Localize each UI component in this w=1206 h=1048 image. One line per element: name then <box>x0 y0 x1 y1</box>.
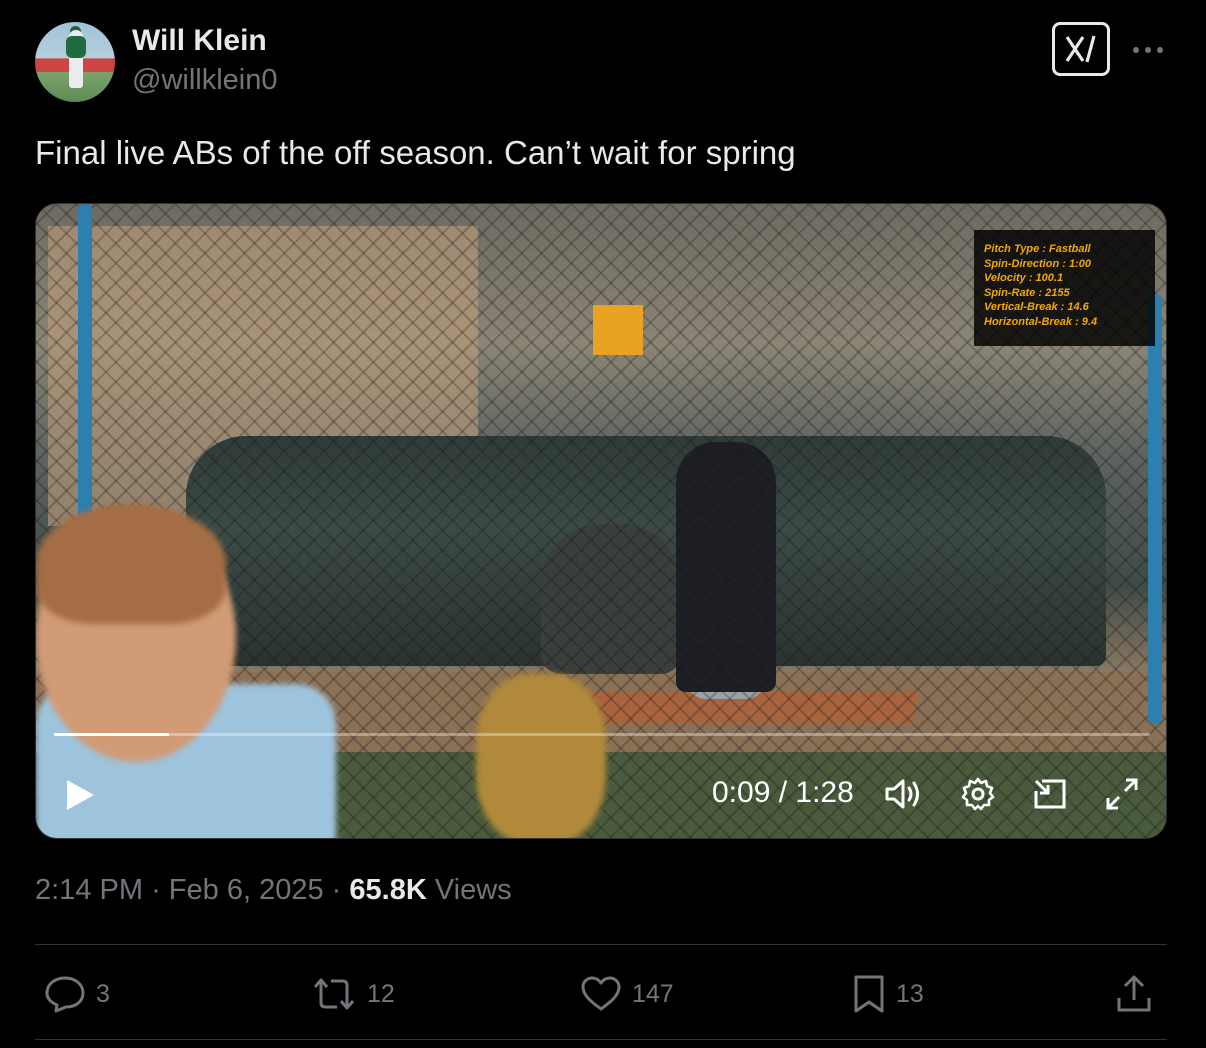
bookmark-button[interactable]: 13 <box>852 970 924 1018</box>
video-player[interactable]: Pitch Type : Fastball Spin-Direction : 1… <box>35 203 1167 839</box>
spin-rate: Spin-Rate : 2155 <box>984 286 1070 299</box>
pitch-data-overlay: Pitch Type : Fastball Spin-Direction : 1… <box>974 230 1155 346</box>
video-progress-fill <box>54 733 170 736</box>
play-button[interactable] <box>58 773 102 817</box>
views-count: 65.8K <box>349 874 427 906</box>
pitch-type: Pitch Type : Fastball <box>984 243 1091 255</box>
repost-icon <box>313 978 355 1010</box>
divider <box>35 944 1167 945</box>
more-icon <box>1133 47 1163 53</box>
tweet-meta: 2:14 PM · Feb 6, 2025 · 65.8K Views <box>35 874 512 907</box>
author-handle[interactable]: @willklein0 <box>132 64 277 97</box>
divider <box>35 1039 1167 1040</box>
fullscreen-icon <box>1106 778 1138 810</box>
grok-button[interactable] <box>1052 22 1110 76</box>
picture-in-picture-button[interactable] <box>1028 772 1072 816</box>
volume-button[interactable] <box>882 772 926 816</box>
reply-icon <box>45 976 85 1013</box>
velocity: Velocity : 100.1 <box>984 272 1064 285</box>
author-display-name[interactable]: Will Klein <box>132 24 267 58</box>
horizontal-break: Horizontal-Break : 9.4 <box>984 315 1098 328</box>
reply-count: 3 <box>96 979 110 1008</box>
bookmark-count: 13 <box>896 979 924 1008</box>
bookmark-icon <box>854 975 884 1013</box>
tweet-date[interactable]: Feb 6, 2025 <box>169 874 324 906</box>
repost-button[interactable]: 12 <box>311 970 395 1018</box>
video-progress-bar[interactable] <box>54 733 1150 736</box>
volume-icon <box>885 779 919 809</box>
more-options-button[interactable] <box>1128 30 1168 70</box>
spin-direction: Spin-Direction : 1:00 <box>984 257 1091 270</box>
settings-button[interactable] <box>956 772 1000 816</box>
like-count: 147 <box>632 979 674 1008</box>
like-button[interactable]: 147 <box>580 970 674 1018</box>
gear-icon <box>961 777 995 811</box>
play-icon <box>67 780 94 810</box>
share-icon <box>1117 975 1151 1012</box>
picture-in-picture-icon <box>1034 779 1066 809</box>
pitch-target <box>593 305 643 355</box>
avatar[interactable] <box>35 22 115 102</box>
reply-button[interactable]: 3 <box>44 970 110 1018</box>
grok-icon <box>1065 35 1096 63</box>
vertical-break: Vertical-Break : 14.6 <box>984 301 1089 314</box>
share-button[interactable] <box>1114 970 1164 1018</box>
meta-separator: · <box>331 874 342 906</box>
views-label: Views <box>434 874 512 906</box>
tweet-time[interactable]: 2:14 PM <box>35 874 143 906</box>
fullscreen-button[interactable] <box>1100 772 1144 816</box>
meta-separator: · <box>151 874 161 906</box>
video-time: 0:09 / 1:28 <box>712 776 854 809</box>
heart-icon <box>581 976 621 1011</box>
tweet-text: Final live ABs of the off season. Can’t … <box>35 134 796 171</box>
repost-count: 12 <box>367 979 395 1008</box>
